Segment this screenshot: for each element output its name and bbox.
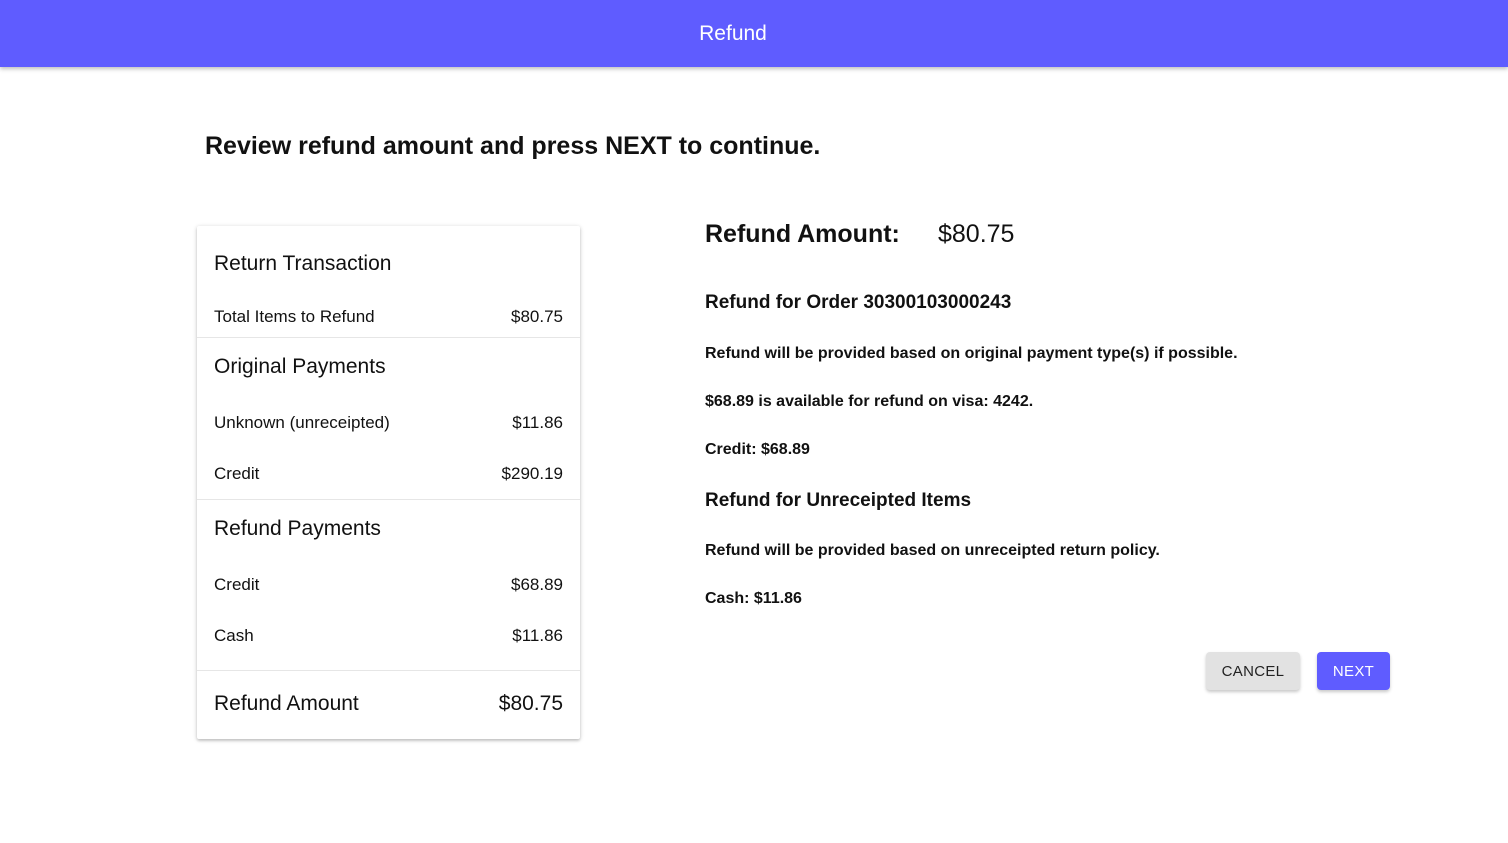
divider	[197, 337, 580, 338]
total-items-value: $80.75	[511, 307, 563, 326]
refund-amount-total-label: Refund Amount	[214, 692, 359, 715]
refund-amount-label: Refund Amount:	[705, 220, 900, 248]
refund-payment-cash-value: $11.86	[512, 626, 563, 645]
refund-amount-total-value: $80.75	[498, 692, 563, 715]
divider	[197, 670, 580, 671]
refund-payments-title: Refund Payments	[214, 517, 381, 540]
divider	[197, 499, 580, 500]
refund-amount-value: $80.75	[938, 220, 1015, 248]
app-bar-title: Refund	[699, 21, 767, 45]
page-instruction: Review refund amount and press NEXT to c…	[205, 132, 821, 160]
refund-payment-cash-label: Cash	[214, 626, 254, 645]
return-transaction-title: Return Transaction	[214, 252, 392, 275]
original-payment-unknown-value: $11.86	[512, 413, 563, 432]
next-button[interactable]: NEXT	[1317, 652, 1390, 690]
refund-payment-credit-label: Credit	[214, 575, 260, 594]
order-refund-credit: Credit: $68.89	[705, 441, 810, 458]
unreceipted-refund-policy: Refund will be provided based on unrecei…	[705, 542, 1160, 559]
original-payments-title: Original Payments	[214, 355, 386, 378]
app-bar: Refund	[0, 0, 1508, 67]
cancel-button[interactable]: CANCEL	[1206, 652, 1300, 690]
refund-summary-card: Return Transaction Total Items to Refund…	[197, 226, 580, 739]
original-payment-credit-label: Credit	[214, 464, 260, 483]
order-refund-available: $68.89 is available for refund on visa: …	[705, 393, 1034, 410]
original-payment-credit-value: $290.19	[501, 464, 563, 483]
unreceipted-refund-cash: Cash: $11.86	[705, 590, 802, 607]
original-payment-unknown-label: Unknown (unreceipted)	[214, 413, 390, 432]
refund-payment-credit-value: $68.89	[511, 575, 563, 594]
unreceipted-refund-heading: Refund for Unreceipted Items	[705, 490, 972, 511]
order-refund-policy: Refund will be provided based on origina…	[705, 345, 1238, 362]
total-items-label: Total Items to Refund	[214, 307, 375, 326]
order-refund-heading: Refund for Order 30300103000243	[705, 292, 1012, 313]
